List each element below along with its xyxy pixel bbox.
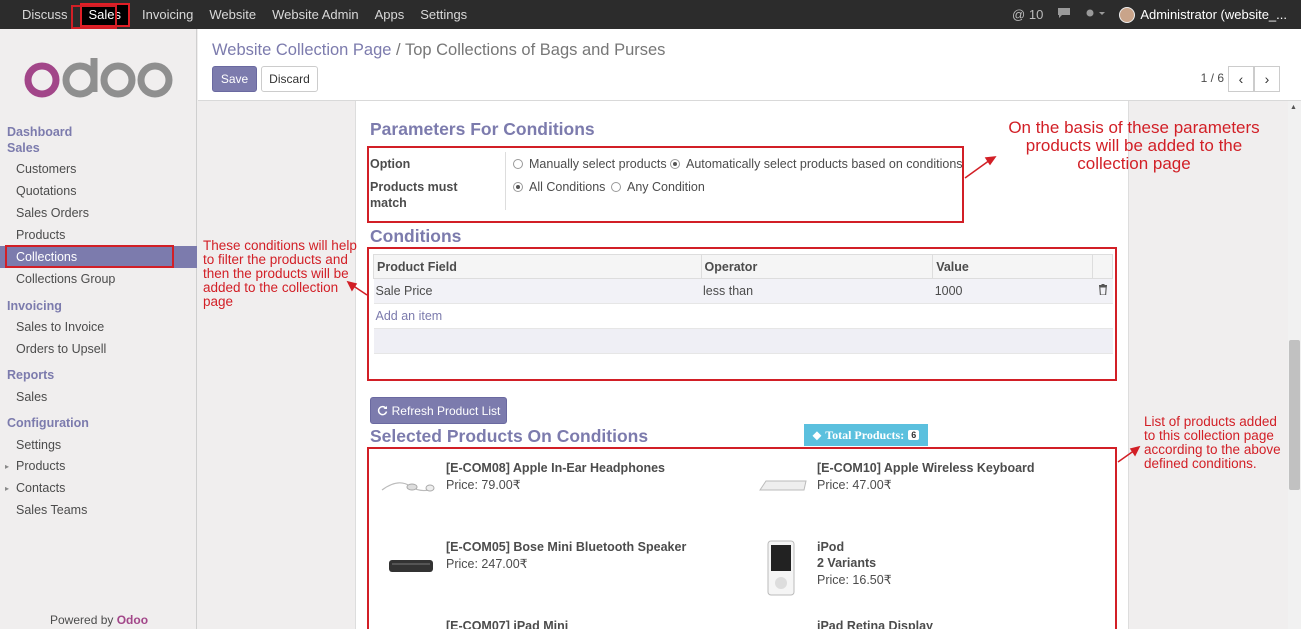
annotation-line: according to the above (1144, 442, 1281, 457)
annotation-line: added to the collection (203, 280, 339, 295)
annotation-params-note: On the basis of these parameters product… (998, 119, 1270, 173)
annotation-line: then the products will be (203, 266, 349, 281)
annotation-line: defined conditions. (1144, 456, 1257, 471)
annotation-line: page (203, 294, 234, 309)
annotation-line: These conditions will help (203, 238, 357, 253)
annotation-line: products will be added to the (1025, 136, 1243, 155)
annotation-line: collection page (1077, 154, 1191, 173)
annotation-line: List of products added (1144, 414, 1277, 429)
annotation-line: On the basis of these parameters (1008, 118, 1260, 137)
annotation-line: to filter the products and (203, 252, 348, 267)
annotation-products-note: List of products added to this collectio… (1144, 415, 1281, 471)
annotation-line: to this collection page (1144, 428, 1274, 443)
annotation-arrows (346, 156, 1141, 463)
annotation-conditions-note: These conditions will help to filter the… (203, 239, 357, 309)
